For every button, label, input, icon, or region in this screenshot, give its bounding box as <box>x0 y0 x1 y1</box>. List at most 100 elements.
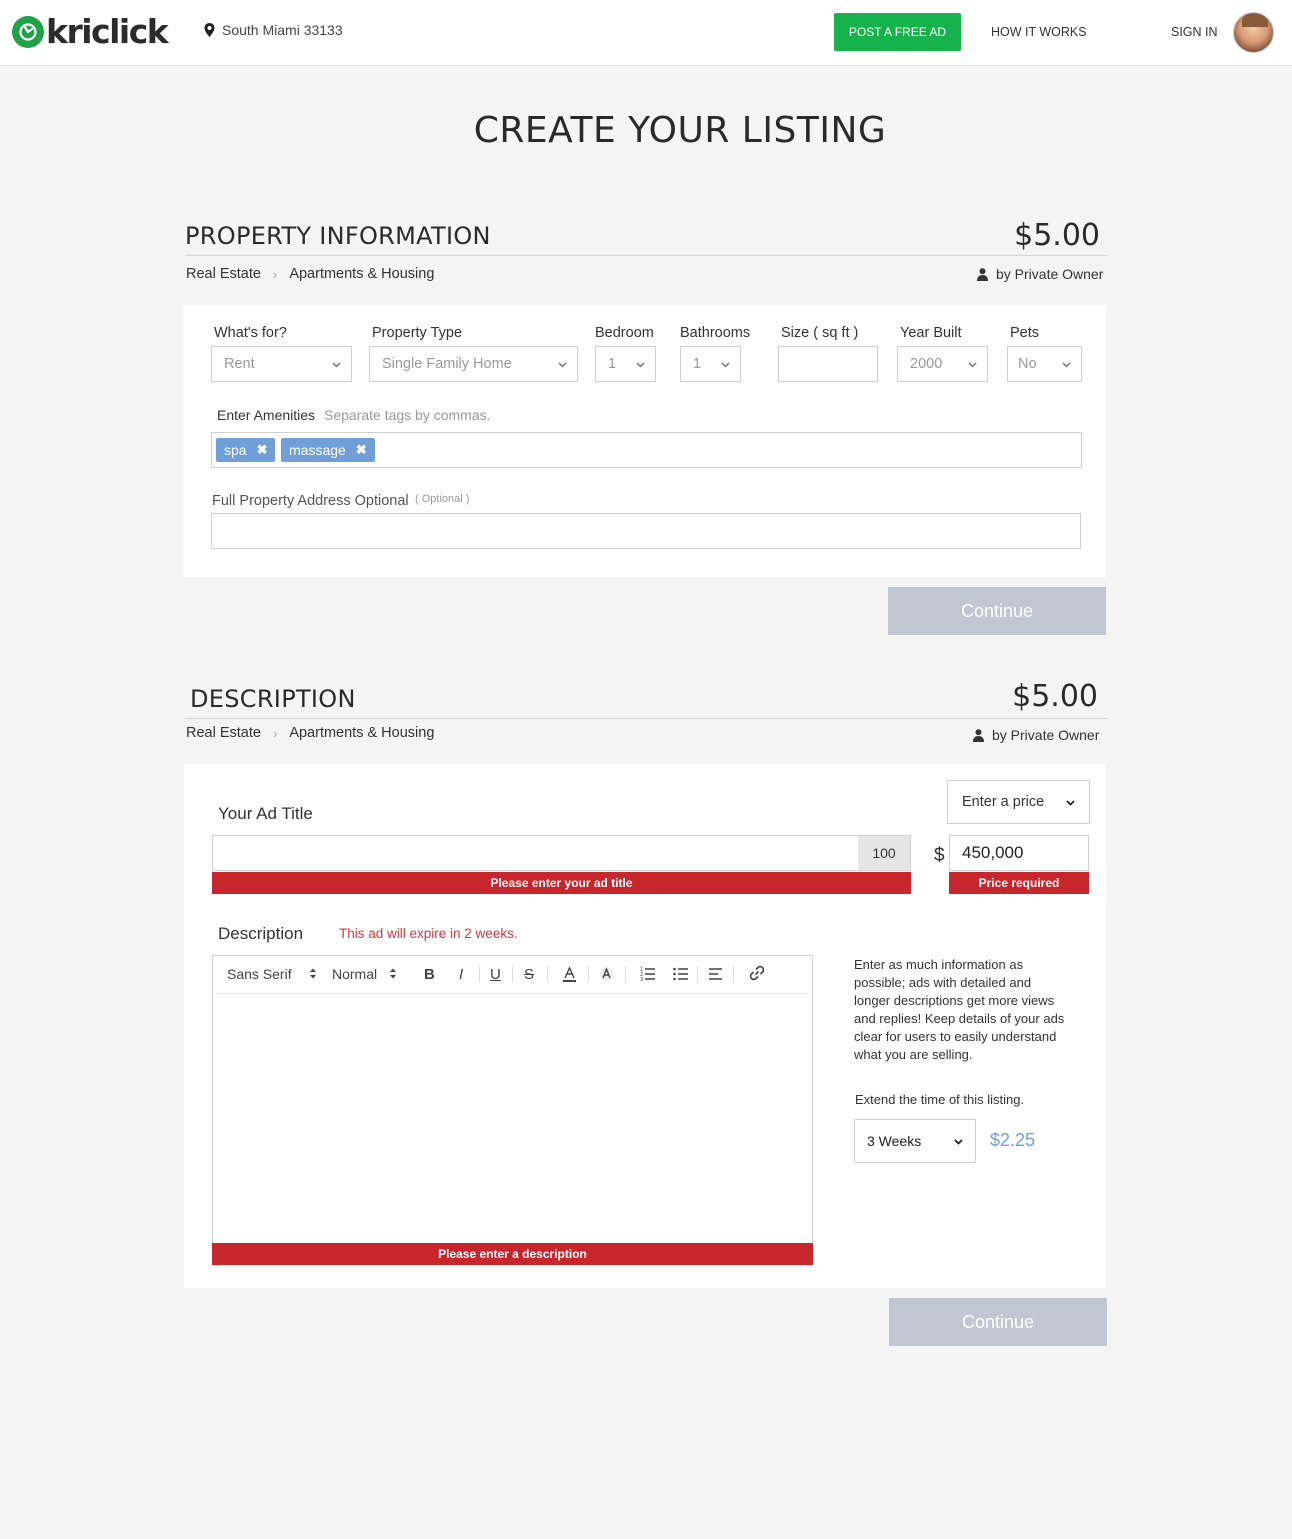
chevron-down-icon <box>636 362 645 368</box>
ad-title-label: Your Ad Title <box>218 804 313 823</box>
amenities-hint: Separate tags by commas. <box>324 407 491 423</box>
pets-label: Pets <box>1010 325 1040 341</box>
chevron-down-icon <box>721 362 730 368</box>
link-icon[interactable] <box>749 965 765 981</box>
close-icon[interactable]: ✖ <box>257 442 268 458</box>
breadcrumb: Real Estate › Apartments & Housing <box>186 266 434 282</box>
amenity-tag: spa ✖ <box>216 438 276 462</box>
location[interactable]: South Miami 33133 <box>204 22 343 38</box>
underline-icon[interactable]: U <box>490 966 501 983</box>
price-error: Price required <box>949 872 1089 894</box>
font-size-picker[interactable]: Normal <box>332 966 377 982</box>
bedroom-label: Bedroom <box>595 325 654 341</box>
highlight-icon[interactable] <box>599 966 614 983</box>
currency-symbol: $ <box>934 845 945 866</box>
extend-label: Extend the time of this listing. <box>855 1092 1025 1107</box>
strike-icon[interactable]: S <box>524 966 534 983</box>
address-input[interactable] <box>211 513 1081 549</box>
extend-price: $2.25 <box>990 1130 1036 1150</box>
close-icon[interactable]: ✖ <box>356 442 367 458</box>
text-color-icon[interactable] <box>562 966 577 983</box>
chevron-down-icon <box>1062 362 1071 368</box>
description-help-text: Enter as much information as possible; a… <box>854 957 1065 1062</box>
align-icon[interactable] <box>708 967 723 981</box>
section-title: PROPERTY INFORMATION <box>185 222 491 250</box>
map-pin-icon <box>204 23 215 37</box>
section-price: $5.00 <box>1014 218 1100 253</box>
year-built-label: Year Built <box>900 325 962 341</box>
toolbar-divider <box>218 993 808 994</box>
amenities-label: Enter Amenities <box>217 407 316 423</box>
breadcrumb-apartments[interactable]: Apartments & Housing <box>289 266 434 282</box>
svg-text:3: 3 <box>640 977 643 981</box>
page-title: CREATE YOUR LISTING <box>473 110 887 151</box>
bathrooms-label: Bathrooms <box>680 325 751 341</box>
toolbar-separator <box>625 966 626 982</box>
year-built-select[interactable]: 2000 <box>897 346 988 382</box>
extend-duration-select[interactable]: 3 Weeks <box>854 1119 976 1163</box>
breadcrumb: Real Estate › Apartments & Housing <box>186 725 434 741</box>
logo[interactable]: kriclick <box>12 12 169 51</box>
toolbar-separator <box>733 966 734 982</box>
bullet-list-icon[interactable] <box>673 966 689 981</box>
size-label: Size ( sq ft ) <box>781 325 859 341</box>
chevron-updown-icon <box>310 968 316 979</box>
whats-for-label: What's for? <box>214 325 287 341</box>
bold-icon[interactable]: B <box>424 966 435 983</box>
amenity-tag: massage ✖ <box>281 438 375 462</box>
property-section-header: PROPERTY INFORMATION $5.00 <box>185 218 1108 256</box>
font-family-picker[interactable]: Sans Serif <box>227 966 292 982</box>
chevron-updown-icon <box>390 968 396 979</box>
continue-button[interactable]: Continue <box>889 1298 1107 1346</box>
owner-label: by Private Owner <box>977 266 1103 282</box>
ad-title-input[interactable] <box>212 835 911 871</box>
breadcrumb-separator: › <box>272 266 278 282</box>
top-nav: kriclick South Miami 33133 POST A FREE A… <box>0 0 1292 66</box>
sign-in-link[interactable]: SIGN IN <box>1171 25 1218 39</box>
description-textarea[interactable] <box>213 993 812 1243</box>
toolbar-separator <box>588 966 589 982</box>
italic-icon[interactable]: I <box>459 966 463 983</box>
toolbar-separator <box>547 966 548 982</box>
ordered-list-icon[interactable]: 123 <box>640 966 656 981</box>
location-text: South Miami 33133 <box>222 22 343 38</box>
section-title: DESCRIPTION <box>190 685 356 713</box>
pets-select[interactable]: No <box>1007 346 1082 382</box>
address-optional-note: ( Optional ) <box>415 493 470 505</box>
chevron-down-icon <box>968 362 977 368</box>
address-label: Full Property Address Optional <box>212 493 409 509</box>
toolbar-separator <box>697 966 698 982</box>
user-icon <box>973 728 984 742</box>
logo-text: kriclick <box>46 12 169 51</box>
breadcrumb-real-estate[interactable]: Real Estate <box>186 725 261 741</box>
chevron-down-icon <box>954 1139 963 1145</box>
breadcrumb-apartments[interactable]: Apartments & Housing <box>289 725 434 741</box>
expire-note: This ad will expire in 2 weeks. <box>339 926 518 941</box>
property-type-select[interactable]: Single Family Home <box>369 346 578 382</box>
continue-button[interactable]: Continue <box>888 587 1106 635</box>
size-input[interactable] <box>778 346 878 382</box>
how-it-works-link[interactable]: HOW IT WORKS <box>991 25 1087 39</box>
avatar[interactable] <box>1233 12 1274 53</box>
description-label: Description <box>218 924 304 943</box>
section-price: $5.00 <box>1012 679 1098 714</box>
price-input[interactable]: 450,000 <box>949 835 1089 871</box>
ad-title-error: Please enter your ad title <box>212 872 911 894</box>
bedroom-select[interactable]: 1 <box>595 346 656 382</box>
breadcrumb-separator: › <box>272 725 278 741</box>
description-section-header: DESCRIPTION $5.00 <box>185 679 1108 719</box>
chevron-down-icon <box>558 362 567 368</box>
user-icon <box>977 267 988 281</box>
bathrooms-select[interactable]: 1 <box>680 346 741 382</box>
logo-icon <box>12 16 44 48</box>
toolbar-separator <box>479 966 480 982</box>
description-error: Please enter a description <box>212 1243 813 1265</box>
property-type-label: Property Type <box>372 325 463 341</box>
post-free-ad-button[interactable]: POST A FREE AD <box>834 13 961 51</box>
owner-label: by Private Owner <box>973 727 1099 743</box>
chevron-down-icon <box>1066 800 1075 806</box>
whats-for-select[interactable]: Rent <box>211 346 352 382</box>
price-mode-select[interactable]: Enter a price <box>947 780 1090 824</box>
breadcrumb-real-estate[interactable]: Real Estate <box>186 266 261 282</box>
char-counter: 100 <box>858 836 910 870</box>
